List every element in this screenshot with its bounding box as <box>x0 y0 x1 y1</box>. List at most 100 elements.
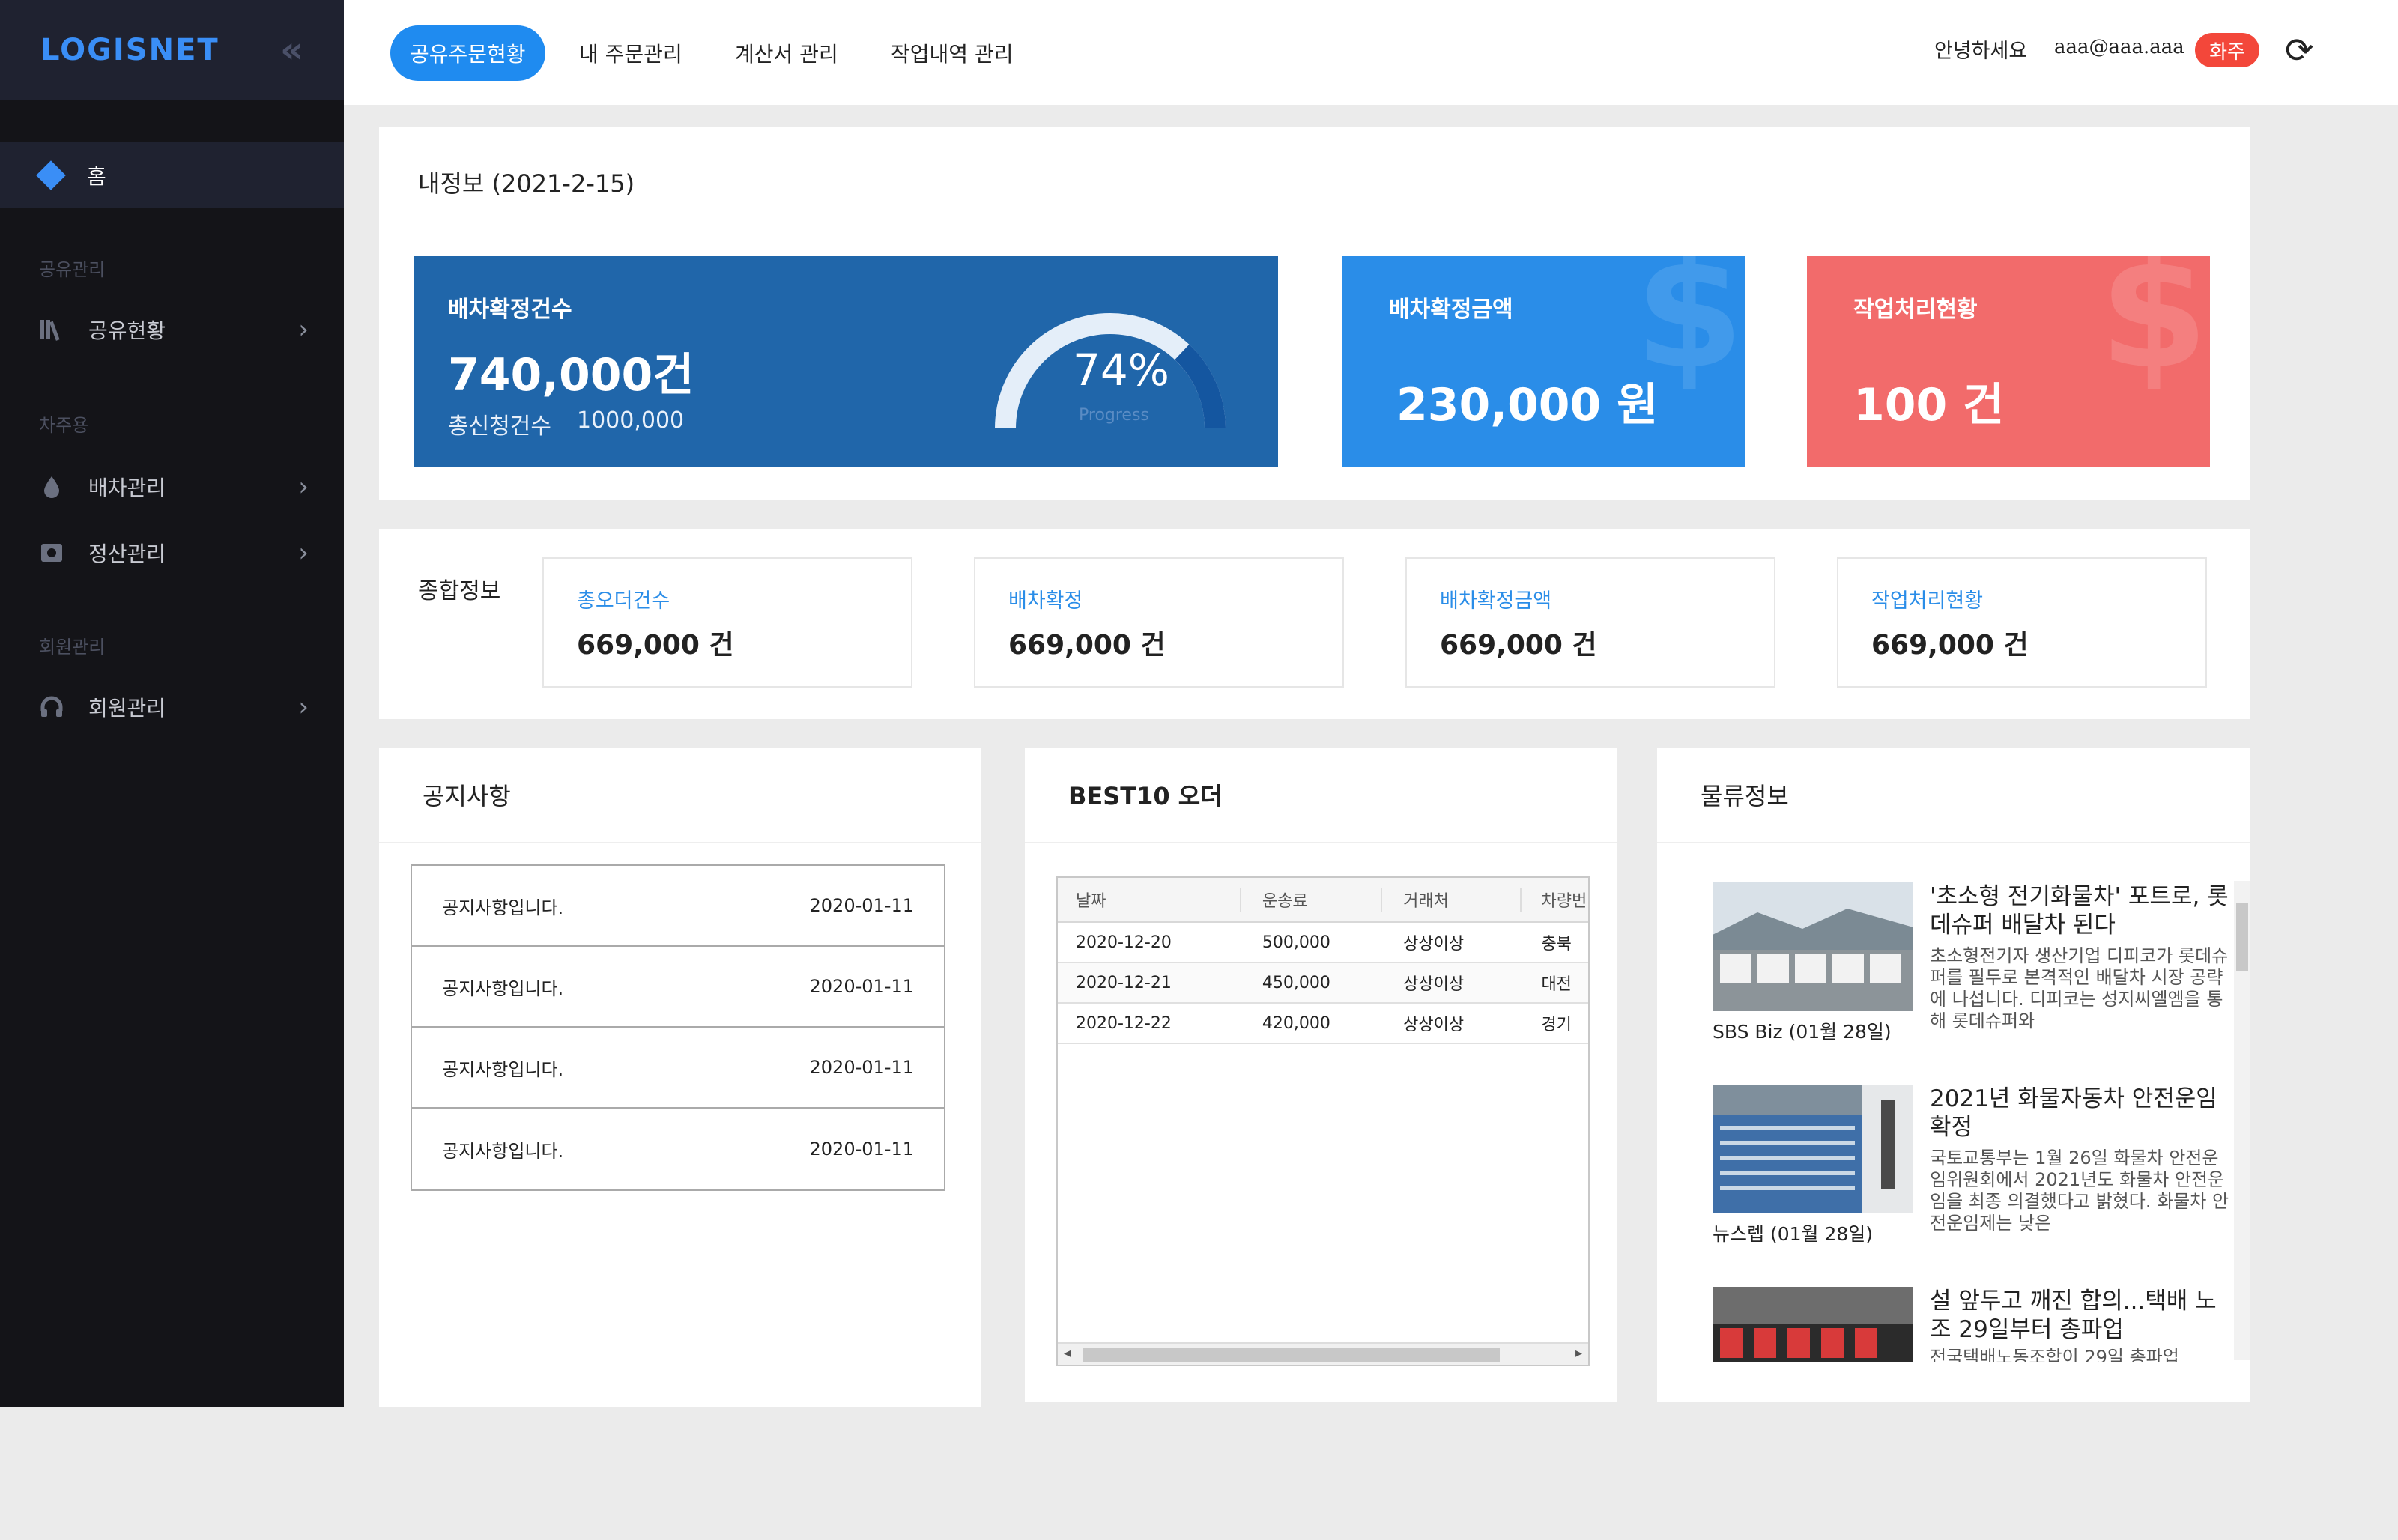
notice-row[interactable]: 공지사항입니다. 2020-01-11 <box>412 866 944 947</box>
logistics-title: 물류정보 <box>1701 782 1789 810</box>
total-request-label: 총신청건수 <box>448 413 551 440</box>
tab-invoices[interactable]: 계산서 관리 <box>735 25 838 81</box>
notice-text: 공지사항입니다. <box>442 1058 564 1080</box>
table-row[interactable]: 2020-12-21 450,000 상상이상 대전 <box>1058 963 1588 1004</box>
my-info-card: 내정보 (2021-2-15) 배차확정건수 740,000건 총신청건수 10… <box>379 127 2250 500</box>
scroll-left-icon[interactable]: ◂ <box>1064 1345 1071 1361</box>
section-label-member: 회원관리 <box>39 637 106 658</box>
summary-card: 종합정보 총오더건수 669,000 건 배차확정 669,000 건 배차확정… <box>379 529 2250 719</box>
table-row[interactable]: 2020-12-20 500,000 상상이상 충북 <box>1058 923 1588 963</box>
notice-date: 2020-01-11 <box>809 976 914 997</box>
sidebar-item-home[interactable]: 홈 <box>0 142 344 208</box>
news-body: 초소형전기자 생산기업 디피코가 롯데슈퍼를 필두로 본격적인 배달차 시장 공… <box>1930 945 2229 1031</box>
notice-date: 2020-01-11 <box>809 895 914 916</box>
dispatch-count-value: 740,000건 <box>448 349 694 401</box>
summary-title: 종합정보 <box>418 578 501 604</box>
wallet-icon <box>39 540 64 566</box>
summary-work-status: 작업처리현황 669,000 건 <box>1837 557 2207 688</box>
chevron-right-icon: › <box>298 472 309 502</box>
sidebar-item-label: 정산관리 <box>88 542 166 566</box>
notice-row[interactable]: 공지사항입니다. 2020-01-11 <box>412 1109 944 1189</box>
scroll-thumb[interactable] <box>2236 903 2248 971</box>
progress-percent: 74% <box>1073 345 1169 395</box>
notice-row[interactable]: 공지사항입니다. 2020-01-11 <box>412 947 944 1028</box>
notice-date: 2020-01-11 <box>809 1139 914 1159</box>
collapse-sidebar-icon[interactable]: « <box>280 29 303 71</box>
library-icon <box>39 317 64 342</box>
summary-value: 669,000 건 <box>1008 630 1166 661</box>
cell: 상상이상 <box>1403 935 1465 954</box>
news-item[interactable]: SBS Biz (01월 28일) '초소형 전기화물차' 포트로, 롯데슈퍼 … <box>1713 882 2229 1070</box>
news-source: SBS Biz (01월 28일) <box>1713 1021 1892 1043</box>
chevron-right-icon: › <box>298 538 309 568</box>
summary-label: 배차확정금액 <box>1440 589 1552 613</box>
work-status-title: 작업처리현황 <box>1853 297 1978 323</box>
sidebar-item-dispatch[interactable]: 배차관리 › <box>39 464 309 509</box>
work-status-value: 100 건 <box>1853 379 2005 431</box>
column-header-fee[interactable]: 운송료 <box>1241 888 1383 912</box>
horizontal-scrollbar[interactable]: ◂ ▸ <box>1058 1342 1588 1365</box>
summary-dispatch-amount: 배차확정금액 669,000 건 <box>1405 557 1775 688</box>
section-label-owner: 차주용 <box>39 415 89 436</box>
notice-text: 공지사항입니다. <box>442 977 564 999</box>
dollar-icon: $ <box>2099 256 2209 404</box>
news-item[interactable]: 뉴스렙 (01월 28일) 2021년 화물자동차 안전운임 확정 국토교통부는… <box>1713 1085 2229 1272</box>
table-row[interactable]: 2020-12-22 420,000 상상이상 경기 <box>1058 1004 1588 1044</box>
home-icon <box>36 160 66 190</box>
sidebar-item-label: 홈 <box>87 164 106 189</box>
user-email[interactable]: aaa@aaa.aaa <box>2054 36 2184 58</box>
tab-my-orders[interactable]: 내 주문관리 <box>579 25 682 81</box>
cell: 2020-12-21 <box>1076 973 1172 992</box>
news-thumbnail <box>1713 882 1913 1011</box>
cell: 상상이상 <box>1403 1016 1465 1034</box>
column-header-date[interactable]: 날짜 <box>1058 888 1241 912</box>
summary-total-orders: 총오더건수 669,000 건 <box>542 557 912 688</box>
news-item[interactable]: 설 앞두고 깨진 합의...택배 노조 29일부터 총파업 전국택배노동조합이 … <box>1713 1287 2222 1362</box>
scroll-thumb[interactable] <box>1083 1348 1500 1362</box>
refresh-icon[interactable]: ⟳ <box>2285 30 2314 70</box>
notice-row[interactable]: 공지사항입니다. 2020-01-11 <box>412 1028 944 1109</box>
tab-work-history[interactable]: 작업내역 관리 <box>891 25 1013 81</box>
summary-label: 배차확정 <box>1008 589 1083 613</box>
news-source: 뉴스렙 (01월 28일) <box>1713 1223 1874 1245</box>
sidebar-item-label: 회원관리 <box>88 696 166 721</box>
logo[interactable]: LOGISNET <box>40 33 219 67</box>
notice-panel: 공지사항 공지사항입니다. 2020-01-11 공지사항입니다. 2020-01-… <box>379 748 981 1407</box>
dispatch-count-box: 배차확정건수 740,000건 총신청건수 1000,000 74% Progr… <box>414 256 1278 467</box>
column-header-client[interactable]: 거래처 <box>1382 888 1522 912</box>
cell: 대전 <box>1541 975 1572 994</box>
sidebar-item-member[interactable]: 회원관리 › <box>39 685 309 730</box>
tab-shared-orders[interactable]: 공유주문현황 <box>390 25 545 81</box>
summary-value: 669,000 건 <box>1440 630 1597 661</box>
news-title: '초소형 전기화물차' 포트로, 롯데슈퍼 배달차 된다 <box>1930 883 2229 939</box>
cell: 2020-12-22 <box>1076 1013 1172 1033</box>
headset-icon <box>39 694 64 720</box>
summary-value: 669,000 건 <box>577 630 734 661</box>
notice-list: 공지사항입니다. 2020-01-11 공지사항입니다. 2020-01-11 공지… <box>411 864 945 1191</box>
sidebar-item-label: 공유현황 <box>88 318 166 343</box>
news-thumbnail <box>1713 1085 1913 1213</box>
drop-icon <box>39 474 64 500</box>
column-header-vehicle[interactable]: 차량번 <box>1522 888 1588 912</box>
dispatch-amount-value: 230,000 원 <box>1396 379 1659 431</box>
sidebar-item-settlement[interactable]: 정산관리 › <box>39 530 309 575</box>
cell: 420,000 <box>1262 1013 1330 1033</box>
section-label-share: 공유관리 <box>39 259 106 280</box>
sidebar-header: LOGISNET « <box>0 0 344 100</box>
divider <box>379 842 981 843</box>
sidebar-item-label: 배차관리 <box>88 476 166 500</box>
sidebar: LOGISNET « 홈 공유관리 공유현황 › 차주용 배차관리 › 정산관리… <box>0 0 344 1407</box>
notice-text: 공지사항입니다. <box>442 1140 564 1162</box>
news-body: 전국택배노동조합이 29일 총파업 <box>1930 1347 2179 1362</box>
best10-grid: 날짜 운송료 거래처 차량번 2020-12-20 500,000 상상이상 충… <box>1056 876 1590 1366</box>
scroll-right-icon[interactable]: ▸ <box>1575 1345 1582 1361</box>
vertical-scrollbar[interactable] <box>2234 881 2250 1360</box>
chevron-right-icon: › <box>298 692 309 722</box>
divider <box>1025 842 1617 843</box>
cell: 500,000 <box>1262 933 1330 952</box>
sidebar-item-share-status[interactable]: 공유현황 › <box>39 307 309 352</box>
cell: 2020-12-20 <box>1076 933 1172 952</box>
summary-value: 669,000 건 <box>1871 630 2029 661</box>
dispatch-amount-title: 배차확정금액 <box>1389 297 1513 323</box>
cell: 450,000 <box>1262 973 1330 992</box>
